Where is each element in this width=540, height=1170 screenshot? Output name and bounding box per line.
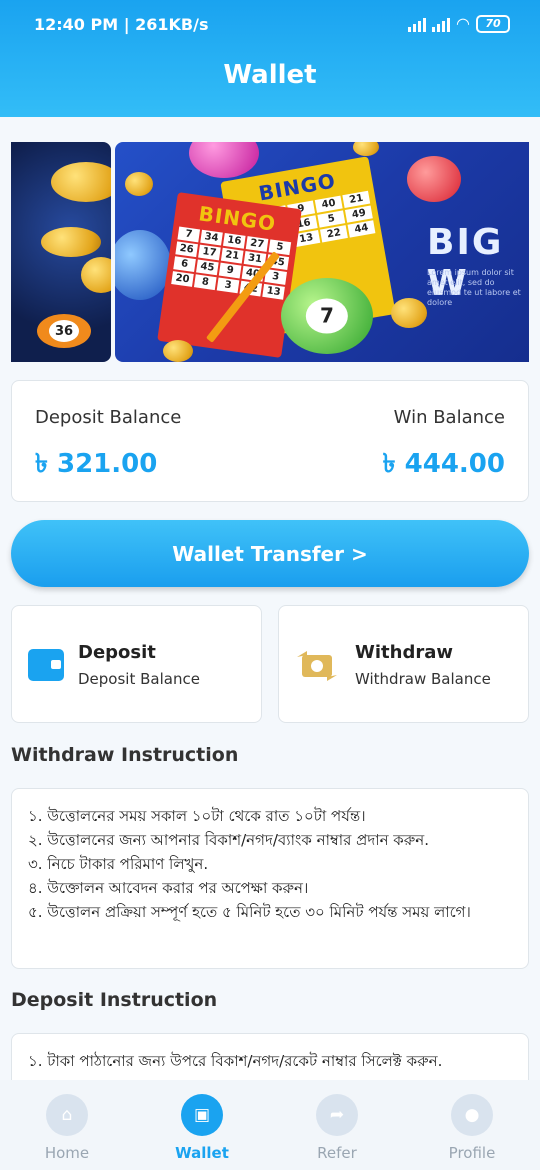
instruction-line: ৪. উক্তোলন আবেদন করার পর অপেক্ষা করুন। — [28, 879, 309, 897]
wallet-icon — [28, 649, 64, 681]
withdraw-subtitle: Withdraw Balance — [355, 670, 491, 688]
signal-icon — [432, 16, 451, 32]
deposit-balance-amount: ৳ 321.00 — [35, 449, 158, 479]
signal-icon — [408, 16, 427, 32]
nav-label: Wallet — [175, 1144, 229, 1162]
cash-transfer-icon — [297, 651, 337, 681]
bingo-ball — [189, 142, 259, 178]
bingo-ball: 36 — [37, 314, 91, 348]
battery-icon: 70 — [476, 14, 510, 33]
page-title: Wallet — [223, 60, 317, 90]
bottom-nav: ⌂ Home ▣ Wallet ➦ Refer ● Profile — [0, 1080, 540, 1170]
wallet-transfer-button[interactable]: Wallet Transfer > — [11, 520, 529, 587]
user-icon: ● — [451, 1094, 493, 1136]
win-balance-label: Win Balance — [393, 407, 505, 428]
nav-item-wallet[interactable]: ▣ Wallet — [152, 1094, 252, 1162]
bingo-ball — [407, 156, 461, 202]
deposit-instruction-title: Deposit Instruction — [11, 989, 218, 1011]
status-time: 12:40 PM | 261KB/s — [34, 15, 209, 34]
share-icon: ➦ — [316, 1094, 358, 1136]
promo-banner[interactable]: 36 BINGO 71094021123016549371132244 BING… — [11, 142, 529, 362]
wallet-icon: ▣ — [181, 1094, 223, 1136]
withdraw-instruction-title: Withdraw Instruction — [11, 744, 239, 766]
deposit-subtitle: Deposit Balance — [78, 670, 200, 688]
withdraw-instruction-box: ১. উত্তোলনের সময় সকাল ১০টা থেকে রাত ১০ট… — [11, 788, 529, 969]
deposit-balance-label: Deposit Balance — [35, 407, 182, 428]
nav-item-profile[interactable]: ● Profile — [422, 1094, 522, 1162]
banner-slide-previous: 36 — [11, 142, 111, 362]
balance-card: Deposit Balance ৳ 321.00 Win Balance ৳ 4… — [11, 380, 529, 502]
wifi-icon: ◠ — [456, 14, 470, 33]
home-icon: ⌂ — [46, 1094, 88, 1136]
banner-lorem-text: Lorem ipsum dolor sit amet elit, sed do … — [427, 268, 521, 307]
status-icons: ◠ 70 — [408, 14, 510, 33]
banner-slide-current: BINGO 71094021123016549371132244 BINGO 7… — [115, 142, 529, 362]
withdraw-card[interactable]: Withdraw Withdraw Balance — [278, 605, 529, 723]
app-header: 12:40 PM | 261KB/s ◠ 70 Wallet — [0, 0, 540, 117]
instruction-line: ২. উত্তোলনের জন্য আপনার বিকাশ/নগদ/ব্যাংক… — [28, 831, 430, 849]
deposit-card[interactable]: Deposit Deposit Balance — [11, 605, 262, 723]
nav-label: Home — [44, 1144, 90, 1162]
instruction-line: ৩. নিচে টাকার পরিমাণ লিখুন. — [28, 855, 209, 873]
instruction-line: ১. উত্তোলনের সময় সকাল ১০টা থেকে রাত ১০ট… — [28, 807, 366, 825]
bingo-ball: 7 — [281, 278, 373, 354]
nav-item-home[interactable]: ⌂ Home — [17, 1094, 117, 1162]
bingo-card: BINGO 734162752617213145645940320834213 — [157, 192, 302, 358]
nav-label: Profile — [448, 1144, 496, 1162]
withdraw-title: Withdraw — [355, 642, 453, 663]
status-bar: 12:40 PM | 261KB/s ◠ 70 — [0, 0, 540, 50]
nav-label: Refer — [317, 1144, 357, 1162]
deposit-title: Deposit — [78, 642, 156, 663]
instruction-line: ৫. উত্তোলন প্রক্রিয়া সম্পূর্ণ হতে ৫ মিন… — [28, 903, 471, 921]
bingo-ball — [115, 230, 171, 300]
nav-item-refer[interactable]: ➦ Refer — [287, 1094, 387, 1162]
win-balance-amount: ৳ 444.00 — [382, 449, 505, 479]
instruction-line: ১. টাকা পাঠানোর জন্য উপরে বিকাশ/নগদ/রকেট… — [28, 1052, 443, 1070]
